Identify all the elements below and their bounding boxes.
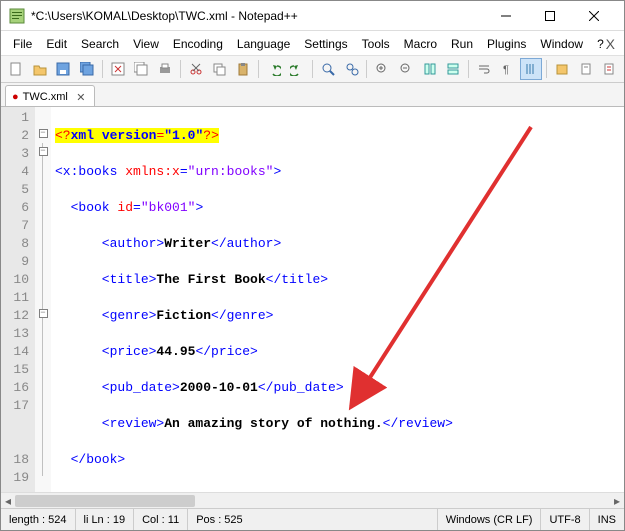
tab-file[interactable]: ● TWC.xml ✕ [5, 85, 95, 106]
folder-view-icon[interactable] [551, 58, 573, 80]
scroll-left-icon[interactable]: ◂ [1, 493, 15, 509]
svg-text:¶: ¶ [503, 64, 509, 76]
fold-gutter[interactable]: − − − [35, 107, 51, 492]
scroll-thumb[interactable] [15, 495, 195, 507]
status-ln: li Ln : 19 [76, 509, 135, 530]
toolbar-separator [258, 60, 259, 78]
print-icon[interactable] [154, 58, 176, 80]
tab-close-icon[interactable]: ✕ [76, 91, 86, 104]
status-length: length : 524 [1, 509, 76, 530]
sync-h-icon[interactable] [442, 58, 464, 80]
indent-guide-icon[interactable] [520, 58, 542, 80]
doc-map-icon[interactable] [575, 58, 597, 80]
code-area[interactable]: <?xml version="1.0"?> <x:books xmlns:x="… [51, 107, 624, 492]
menu-window[interactable]: Window [534, 35, 589, 53]
menu-settings[interactable]: Settings [298, 35, 353, 53]
maximize-button[interactable] [528, 1, 572, 31]
window-title: *C:\Users\KOMAL\Desktop\TWC.xml - Notepa… [31, 9, 484, 23]
wordwrap-icon[interactable] [473, 58, 495, 80]
editor[interactable]: 1234567891011121314151617 1819 − − − <?x… [1, 107, 624, 492]
toolbar: ¶ [1, 55, 624, 83]
menu-bar: File Edit Search View Encoding Language … [1, 31, 624, 55]
func-list-icon[interactable] [598, 58, 620, 80]
save-icon[interactable] [52, 58, 74, 80]
undo-icon[interactable] [263, 58, 285, 80]
menu-macro[interactable]: Macro [398, 35, 443, 53]
toolbar-separator [468, 60, 469, 78]
line-gutter: 1234567891011121314151617 1819 [1, 107, 35, 492]
zoom-in-icon[interactable] [371, 58, 393, 80]
horizontal-scrollbar[interactable]: ◂ ▸ [1, 492, 624, 508]
menu-language[interactable]: Language [231, 35, 296, 53]
open-file-icon[interactable] [29, 58, 51, 80]
status-bar: length : 524 li Ln : 19 Col : 11 Pos : 5… [1, 508, 624, 530]
replace-icon[interactable] [341, 58, 363, 80]
toolbar-separator [366, 60, 367, 78]
save-all-icon[interactable] [76, 58, 98, 80]
menu-edit[interactable]: Edit [40, 35, 73, 53]
close-button[interactable] [572, 1, 616, 31]
menu-encoding[interactable]: Encoding [167, 35, 229, 53]
close-file-icon[interactable] [107, 58, 129, 80]
toolbar-separator [102, 60, 103, 78]
unsaved-indicator-icon: ● [12, 91, 19, 103]
menu-search[interactable]: Search [75, 35, 125, 53]
show-all-chars-icon[interactable]: ¶ [497, 58, 519, 80]
toolbar-separator [180, 60, 181, 78]
redo-icon[interactable] [286, 58, 308, 80]
close-all-icon[interactable] [130, 58, 152, 80]
cut-icon[interactable] [185, 58, 207, 80]
status-eol[interactable]: Windows (CR LF) [438, 509, 542, 530]
status-col: Col : 11 [134, 509, 188, 530]
copy-icon[interactable] [208, 58, 230, 80]
find-icon[interactable] [317, 58, 339, 80]
status-ins[interactable]: INS [590, 509, 624, 530]
menu-run[interactable]: Run [445, 35, 479, 53]
toolbar-separator [312, 60, 313, 78]
status-enc[interactable]: UTF-8 [541, 509, 589, 530]
menu-file[interactable]: File [7, 35, 38, 53]
status-pos: Pos : 525 [188, 509, 438, 530]
tab-label: TWC.xml [23, 91, 68, 103]
tab-bar: ● TWC.xml ✕ [1, 83, 624, 107]
title-bar: *C:\Users\KOMAL\Desktop\TWC.xml - Notepa… [1, 1, 624, 31]
minimize-button[interactable] [484, 1, 528, 31]
zoom-out-icon[interactable] [395, 58, 417, 80]
new-file-icon[interactable] [5, 58, 27, 80]
toolbar-separator [546, 60, 547, 78]
scroll-right-icon[interactable]: ▸ [610, 493, 624, 509]
paste-icon[interactable] [232, 58, 254, 80]
menu-tools[interactable]: Tools [356, 35, 396, 53]
menu-plugins[interactable]: Plugins [481, 35, 532, 53]
secondary-close-icon[interactable]: X [606, 36, 615, 52]
app-icon [9, 8, 25, 24]
menu-view[interactable]: View [127, 35, 165, 53]
sync-v-icon[interactable] [419, 58, 441, 80]
